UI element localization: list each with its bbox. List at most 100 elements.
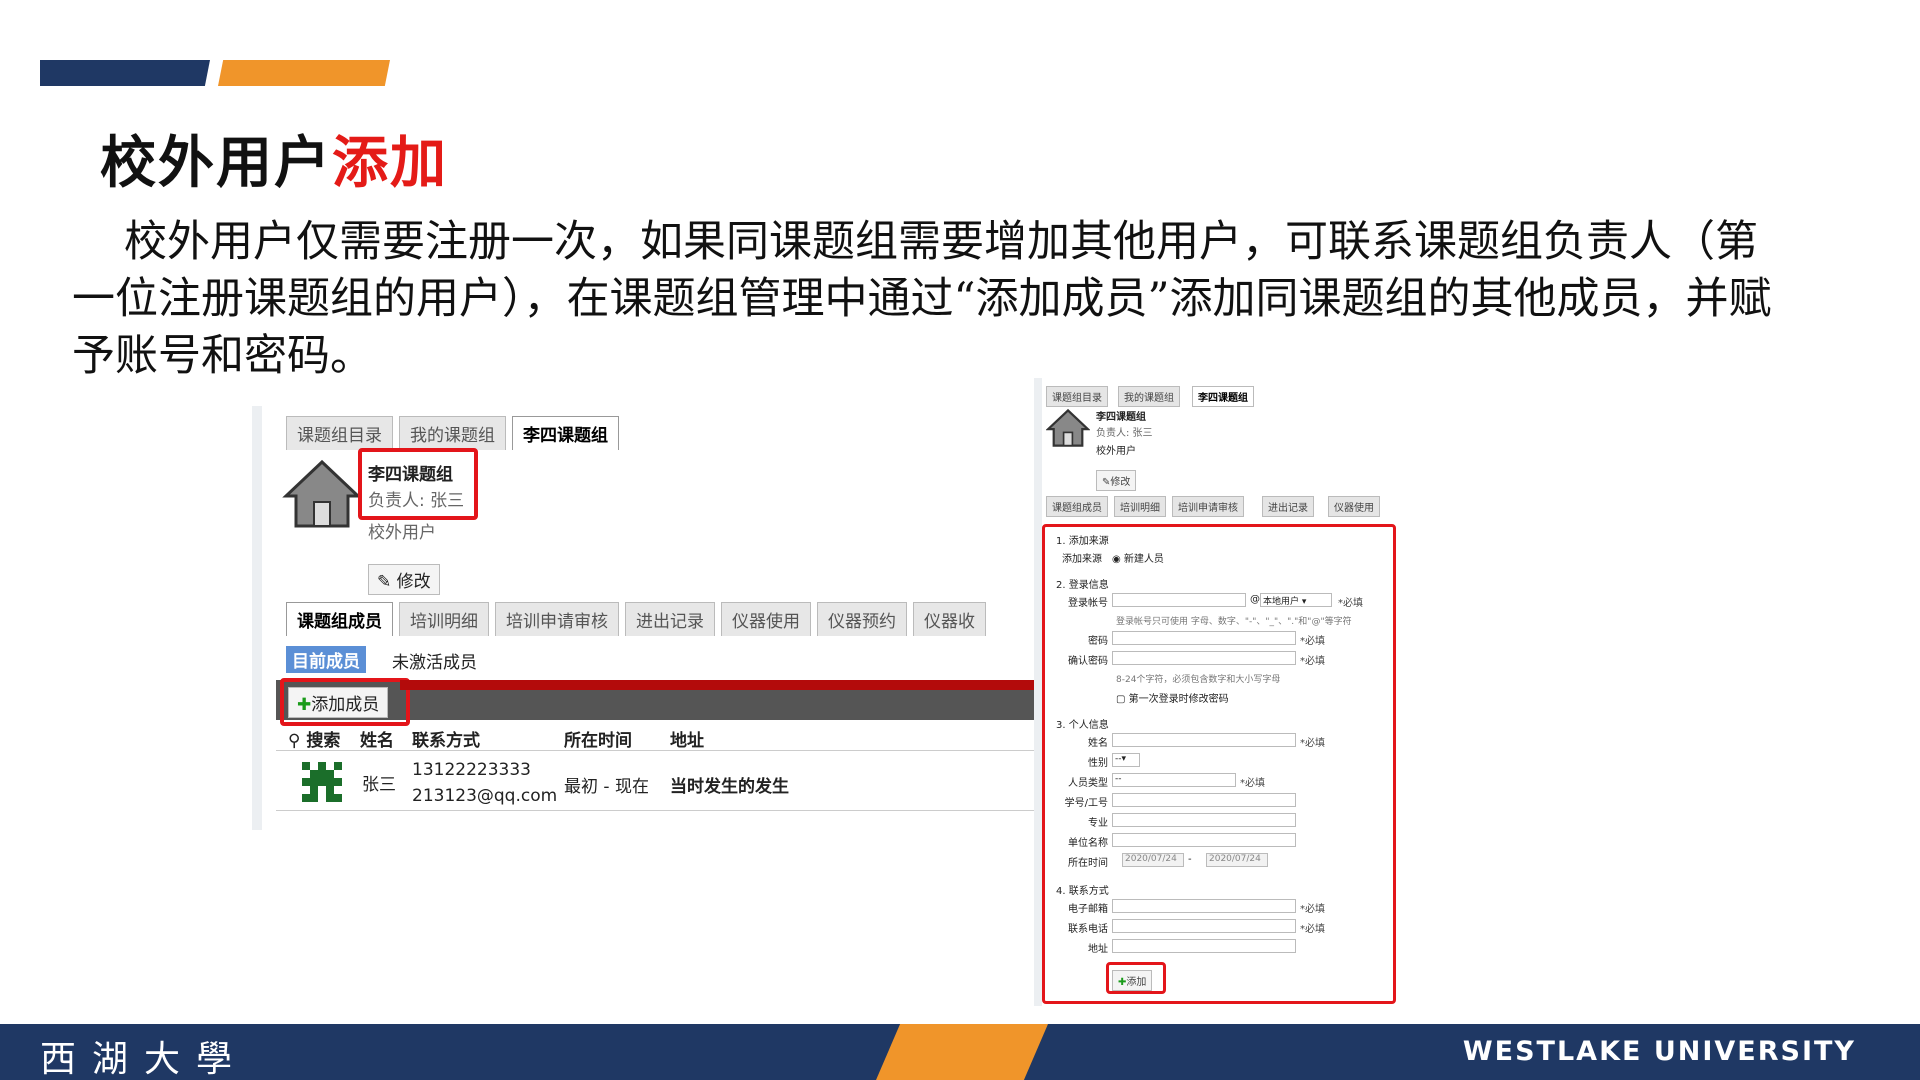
date-to-input[interactable]: 2020/07/24 [1206, 853, 1268, 867]
intro-text: 校外用户仅需要注册一次，如果同课题组需要增加其他用户，可联系课题组负责人（第一位… [72, 217, 1772, 381]
col-time: 所在时间 [564, 731, 632, 751]
member-address: 当时发生的发生 [670, 777, 789, 797]
tab-lisi-group[interactable]: 李四课题组 [512, 416, 619, 450]
footer-logo-cn: 西湖大學 [40, 1039, 249, 1080]
org-label: 单位名称 [1068, 838, 1108, 849]
tab-access-records[interactable]: 进出记录 [625, 602, 715, 636]
login-input[interactable] [1112, 593, 1246, 607]
avatar [302, 762, 342, 802]
confirm-input[interactable] [1112, 651, 1296, 665]
time-label: 所在时间 [1068, 858, 1108, 869]
address-label: 地址 [1088, 944, 1108, 955]
mini-edit-button[interactable]: ✎修改 [1096, 470, 1137, 491]
member-email[interactable]: 213123@qq.com [412, 786, 557, 806]
footer-logo-en: WESTLAKE UNIVERSITY [1462, 1036, 1856, 1067]
name-required: *必填 [1300, 738, 1325, 749]
phone-required: *必填 [1300, 924, 1325, 935]
password-hint: 8-24个字符，必须包含数字和大小写字母 [1116, 675, 1281, 685]
tab-training-review[interactable]: 培训申请审核 [495, 602, 619, 636]
name-input[interactable] [1112, 733, 1296, 747]
title-highlight: 添加 [332, 131, 448, 196]
date-separator: - [1188, 854, 1192, 865]
login-domain-select[interactable]: 本地用户 ▾ [1260, 593, 1332, 607]
password-input[interactable] [1112, 631, 1296, 645]
type-select[interactable]: -- [1112, 773, 1236, 787]
section-contact: 4. 联系方式 [1056, 886, 1109, 897]
confirm-label: 确认密码 [1068, 656, 1108, 667]
tab-instrument-booking[interactable]: 仪器预约 [817, 602, 907, 636]
search-icon: ⚲ [288, 731, 301, 751]
type-label: 人员类型 [1068, 778, 1108, 789]
edit-button[interactable]: ✎ 修改 [368, 564, 440, 595]
gender-label: 性别 [1088, 758, 1108, 769]
left-sub-tabs: 课题组成员 培训明细 培训申请审核 进出记录 仪器使用 仪器预约 仪器收 [286, 602, 992, 636]
tab-training-details[interactable]: 培训明细 [399, 602, 489, 636]
mini-group-name: 李四课题组 [1096, 412, 1146, 423]
major-input[interactable] [1112, 813, 1296, 827]
slide-title: 校外用户添加 [100, 118, 448, 199]
col-address: 地址 [670, 731, 704, 751]
login-required: *必填 [1338, 598, 1363, 609]
dropdown-arrow-icon: ▾ [1301, 597, 1307, 607]
password-required: *必填 [1300, 636, 1325, 647]
mini-tab-group-directory[interactable]: 课题组目录 [1046, 386, 1108, 407]
mini-tab-training-review[interactable]: 培训申请审核 [1172, 496, 1244, 517]
email-input[interactable] [1112, 899, 1296, 913]
tab-my-groups[interactable]: 我的课题组 [399, 416, 506, 450]
mini-user-type: 校外用户 [1096, 446, 1136, 457]
section-source: 1. 添加来源 [1056, 536, 1109, 547]
col-contact: 联系方式 [412, 731, 480, 751]
phone-input[interactable] [1112, 919, 1296, 933]
table-divider [276, 750, 1044, 751]
member-time: 最初 - 现在 [564, 777, 649, 797]
table-divider-bottom [276, 810, 1044, 811]
mini-tab-usage[interactable]: 仪器使用 [1328, 496, 1380, 517]
highlight-add-submit [1106, 962, 1166, 994]
header-bar-navy [40, 60, 210, 86]
left-top-tabs: 课题组目录 我的课题组 李四课题组 [286, 416, 625, 450]
tab-group-members[interactable]: 课题组成员 [286, 602, 393, 636]
intro-paragraph: 校外用户仅需要注册一次，如果同课题组需要增加其他用户，可联系课题组负责人（第一位… [72, 214, 1792, 385]
tab-inactive-members[interactable]: 未激活成员 [392, 648, 477, 673]
org-input[interactable] [1112, 833, 1296, 847]
email-required: *必填 [1300, 904, 1325, 915]
email-label: 电子邮箱 [1068, 904, 1108, 915]
name-label: 姓名 [1088, 738, 1108, 749]
address-input[interactable] [1112, 939, 1296, 953]
mini-tab-lisi-group[interactable]: 李四课题组 [1192, 386, 1254, 407]
col-name: 姓名 [360, 731, 394, 751]
type-required: *必填 [1240, 778, 1265, 789]
tab-instrument-fees[interactable]: 仪器收 [913, 602, 986, 636]
at-sign: @ [1250, 594, 1260, 605]
radio-icon: ◉ [1112, 554, 1121, 565]
mini-tab-training[interactable]: 培训明细 [1114, 496, 1166, 517]
member-name: 张三 [362, 775, 396, 795]
mini-tab-my-groups[interactable]: 我的课题组 [1118, 386, 1180, 407]
mini-group-owner: 负责人: 张三 [1096, 428, 1153, 439]
col-search[interactable]: ⚲ 搜索 [288, 726, 340, 751]
mini-tab-members[interactable]: 课题组成员 [1046, 496, 1108, 517]
source-radio[interactable]: ◉ 新建人员 [1112, 550, 1164, 565]
gender-select[interactable]: --▾ [1112, 753, 1140, 767]
member-phone: 13122223333 [412, 760, 531, 780]
section-login: 2. 登录信息 [1056, 580, 1109, 591]
confirm-required: *必填 [1300, 656, 1325, 667]
tab-instrument-usage[interactable]: 仪器使用 [721, 602, 811, 636]
id-input[interactable] [1112, 793, 1296, 807]
mini-tab-access[interactable]: 进出记录 [1262, 496, 1314, 517]
tab-current-members[interactable]: 目前成员 [286, 646, 366, 673]
right-screenshot: 课题组目录 我的课题组 李四课题组 李四课题组 负责人: 张三 校外用户 ✎修改… [1034, 378, 1454, 1006]
arrow-line [400, 680, 1058, 690]
first-login-checkbox[interactable]: ▢ 第一次登录时修改密码 [1116, 690, 1229, 705]
date-from-input[interactable]: 2020/07/24 [1122, 853, 1184, 867]
password-label: 密码 [1088, 636, 1108, 647]
highlight-add-member [280, 678, 410, 726]
checkbox-icon: ▢ [1116, 694, 1126, 705]
tab-group-directory[interactable]: 课题组目录 [286, 416, 393, 450]
header-bar-orange [218, 60, 390, 86]
highlight-group-info [358, 448, 478, 520]
login-hint: 登录帐号只可使用 字母、数字、"-"、"_"、"."和"@"等字符 [1116, 617, 1352, 627]
home-icon [282, 459, 362, 528]
pencil-icon: ✎ [377, 572, 392, 592]
id-label: 学号/工号 [1064, 798, 1108, 809]
